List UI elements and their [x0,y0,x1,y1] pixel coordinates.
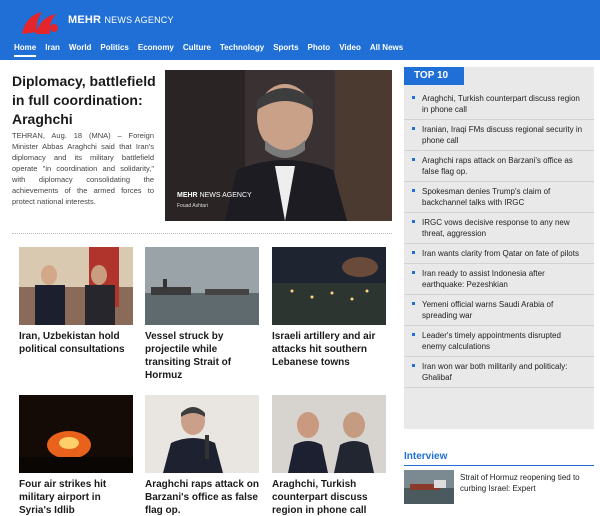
site-header: MEHR NEWS AGENCY Home Iran World Politic… [0,0,600,60]
nav-all-news[interactable]: All News [370,43,403,57]
nav-world[interactable]: World [69,43,92,57]
card-thumbnail[interactable] [145,247,259,325]
nav-home[interactable]: Home [14,43,37,57]
top10-item-text[interactable]: Iranian, Iraqi FMs discuss regional secu… [422,125,582,145]
lead-headline[interactable]: Diplomacy, battlefield in full coordinat… [12,72,162,129]
top10-item[interactable]: Leader's timely appointments disrupted e… [404,326,594,357]
top10-item[interactable]: Iran won war both militarily and politic… [404,357,594,388]
top10-list: Araghchi, Turkish counterpart discuss re… [404,89,594,388]
news-card[interactable]: Four air strikes hit military airport in… [19,395,133,516]
card-thumbnail[interactable] [145,395,259,473]
card-thumbnail[interactable] [19,395,133,473]
brand-name[interactable]: MEHR NEWS AGENCY [68,14,174,26]
interview-thumbnail[interactable] [404,470,454,504]
top10-item-text[interactable]: Yemeni official warns Saudi Arabia of sp… [422,300,553,320]
interview-item[interactable]: Strait of Hormuz reopening tied to curbi… [404,470,594,506]
lead-photo[interactable]: MEHR NEWS AGENCY Fouad Ashtari [165,70,392,221]
card-headline[interactable]: Araghchi, Turkish counterpart discuss re… [272,478,386,516]
bullet-icon [412,364,415,367]
top10-item-text[interactable]: Iran ready to assist Indonesia after ear… [422,269,545,289]
interview-divider [404,465,594,466]
top10-item[interactable]: IRGC vows decisive response to any new t… [404,213,594,244]
news-card[interactable]: Araghchi, Turkish counterpart discuss re… [272,395,386,516]
watermark-sub: NEWS AGENCY [199,192,252,199]
card-headline[interactable]: Four air strikes hit military airport in… [19,478,133,516]
main-nav: Home Iran World Politics Economy Culture… [14,43,403,57]
lead-summary: TEHRAN, Aug. 18 (MNA) – Foreign Minister… [12,131,154,206]
top10-item[interactable]: Iran wants clarity from Qatar on fate of… [404,244,594,264]
card-headline[interactable]: Araghchi raps attack on Barzani's office… [145,478,259,516]
bullet-icon [412,271,415,274]
mehr-logo-icon[interactable] [18,8,62,38]
nav-iran[interactable]: Iran [45,43,60,57]
top10-item[interactable]: Iran ready to assist Indonesia after ear… [404,264,594,295]
top10-item-text[interactable]: Araghchi, Turkish counterpart discuss re… [422,94,580,114]
top10-panel: TOP 10 Araghchi, Turkish counterpart dis… [404,67,594,429]
card-thumbnail[interactable] [272,395,386,473]
card-headline[interactable]: Vessel struck by projectile while transi… [145,330,259,382]
nav-sports[interactable]: Sports [273,43,298,57]
nav-video[interactable]: Video [339,43,361,57]
nav-technology[interactable]: Technology [220,43,264,57]
card-thumbnail[interactable] [19,247,133,325]
nav-politics[interactable]: Politics [100,43,128,57]
card-headline[interactable]: Iran, Uzbekistan hold political consulta… [19,330,133,356]
news-card[interactable]: Israeli artillery and air attacks hit so… [272,247,386,369]
top10-item[interactable]: Araghchi raps attack on Barzani's office… [404,151,594,182]
top10-item[interactable]: Araghchi, Turkish counterpart discuss re… [404,89,594,120]
section-divider [12,233,392,234]
nav-culture[interactable]: Culture [183,43,211,57]
brand-title: MEHR [68,14,102,26]
photo-watermark: MEHR NEWS AGENCY [177,192,252,199]
nav-photo[interactable]: Photo [308,43,331,57]
top10-item[interactable]: Spokesman denies Trump's claim of backch… [404,182,594,213]
interview-headline[interactable]: Strait of Hormuz reopening tied to curbi… [460,472,590,494]
bullet-icon [412,96,415,99]
bullet-icon [412,302,415,305]
news-card[interactable]: Vessel struck by projectile while transi… [145,247,259,382]
news-card[interactable]: Iran, Uzbekistan hold political consulta… [19,247,133,356]
top10-item-text[interactable]: Iran won war both militarily and politic… [422,362,567,382]
top10-item-text[interactable]: Araghchi raps attack on Barzani's office… [422,156,573,176]
top10-item-text[interactable]: IRGC vows decisive response to any new t… [422,218,570,238]
top10-item-text[interactable]: Leader's timely appointments disrupted e… [422,331,561,351]
brand-tagline: NEWS AGENCY [104,15,174,25]
nav-economy[interactable]: Economy [138,43,174,57]
bullet-icon [412,220,415,223]
photo-credit: Fouad Ashtari [177,203,208,209]
bullet-icon [412,333,415,336]
top10-item[interactable]: Yemeni official warns Saudi Arabia of sp… [404,295,594,326]
bullet-icon [412,189,415,192]
news-card[interactable]: Araghchi raps attack on Barzani's office… [145,395,259,516]
top10-item[interactable]: Iranian, Iraqi FMs discuss regional secu… [404,120,594,151]
top10-heading: TOP 10 [404,67,464,85]
card-headline[interactable]: Israeli artillery and air attacks hit so… [272,330,386,369]
interview-heading[interactable]: Interview [404,451,447,462]
bullet-icon [412,251,415,254]
top10-item-text[interactable]: Iran wants clarity from Qatar on fate of… [422,249,579,258]
bullet-icon [412,158,415,161]
bullet-icon [412,127,415,130]
watermark-main: MEHR [177,192,198,199]
top10-item-text[interactable]: Spokesman denies Trump's claim of backch… [422,187,550,207]
card-thumbnail[interactable] [272,247,386,325]
